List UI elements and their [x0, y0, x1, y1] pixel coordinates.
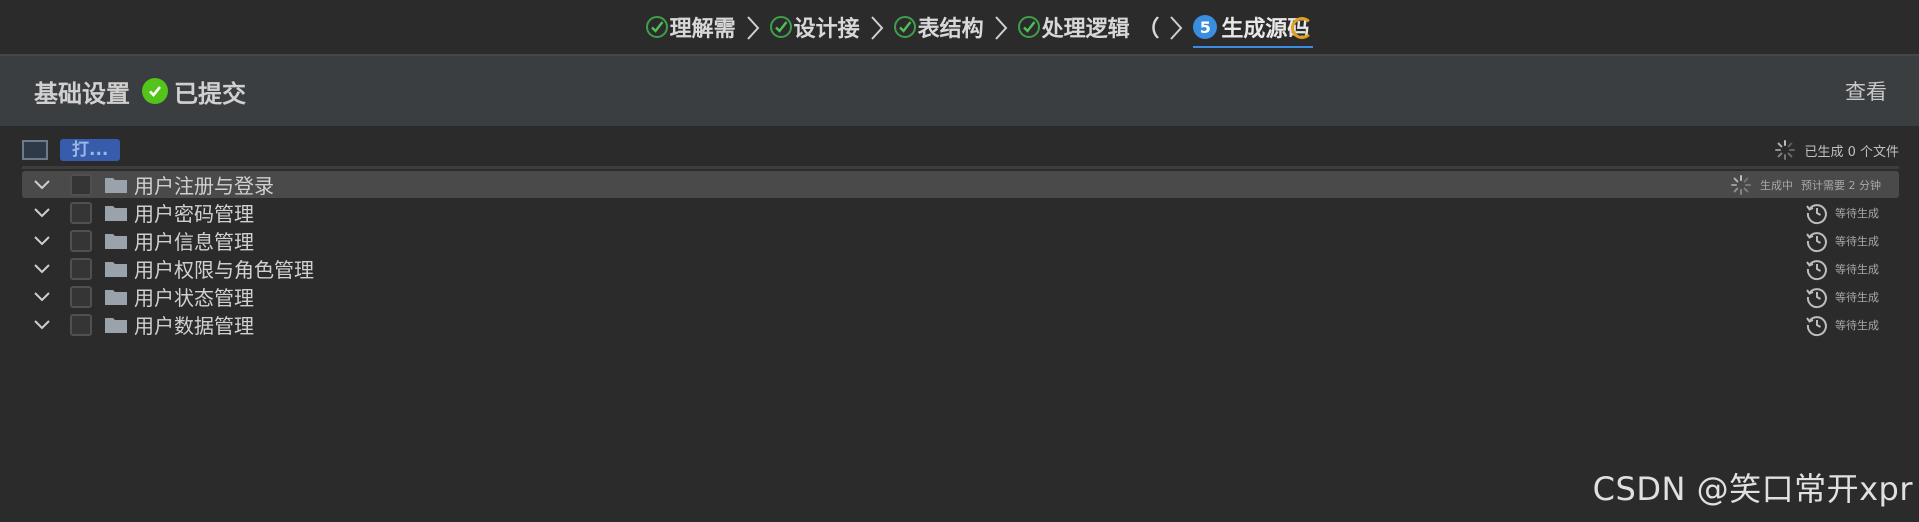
- chevron-right-icon: [870, 15, 884, 40]
- history-icon: [1806, 231, 1827, 252]
- step-1[interactable]: 理解需: [645, 9, 736, 45]
- chevron-right-icon: [1169, 15, 1183, 40]
- list-item[interactable]: 用户密码管理 等待生成: [22, 199, 1899, 226]
- module-status: 等待生成: [1835, 206, 1879, 220]
- select-all-checkbox[interactable]: [22, 140, 48, 160]
- step-number: 5: [1193, 15, 1218, 39]
- step-4[interactable]: 处理逻辑 （: [1017, 9, 1160, 45]
- module-list: 用户注册与登录 生成中 预计需要 2 分钟 用户密码管理 等待生成 用户信息管理…: [22, 171, 1899, 339]
- list-item[interactable]: 用户权限与角色管理 等待生成: [22, 255, 1899, 282]
- loading-spinner-icon: [1291, 17, 1314, 39]
- module-name: 用户权限与角色管理: [134, 258, 314, 282]
- chevron-down-icon[interactable]: [32, 315, 52, 335]
- module-status: 等待生成: [1835, 262, 1879, 276]
- history-icon: [1806, 203, 1827, 224]
- row-checkbox[interactable]: [70, 313, 92, 336]
- folder-icon: [105, 233, 127, 249]
- step-label: 设计接: [793, 17, 860, 42]
- row-checkbox[interactable]: [70, 257, 92, 280]
- check-icon: [1017, 16, 1040, 38]
- check-circle-icon: [142, 78, 168, 104]
- chevron-down-icon[interactable]: [32, 175, 52, 195]
- loading-spinner-icon: [1731, 174, 1751, 195]
- check-icon: [645, 16, 668, 38]
- loading-spinner-icon: [1775, 140, 1796, 160]
- check-icon: [769, 16, 792, 38]
- file-toolbar: 打... 已生成 0 个文件: [22, 138, 1899, 162]
- chevron-down-icon[interactable]: [32, 259, 52, 279]
- folder-icon: [105, 317, 127, 333]
- folder-icon: [105, 205, 127, 221]
- step-label: 理解需: [669, 17, 736, 42]
- chevron-right-icon: [746, 15, 760, 40]
- module-status: 等待生成: [1835, 234, 1879, 248]
- folder-icon: [105, 289, 127, 305]
- chevron-down-icon[interactable]: [32, 203, 52, 223]
- list-item[interactable]: 用户数据管理 等待生成: [22, 311, 1899, 338]
- progress-stepper: 理解需 设计接 表结构 处理逻辑 （ 5 生成源码: [0, 0, 1919, 54]
- module-status: 生成中: [1760, 178, 1793, 192]
- row-checkbox[interactable]: [70, 173, 92, 196]
- history-icon: [1806, 315, 1827, 336]
- step-2[interactable]: 设计接: [769, 9, 860, 45]
- view-button[interactable]: 查看: [1845, 76, 1887, 106]
- step-label: 处理逻辑 （: [1041, 17, 1160, 42]
- folder-icon: [105, 261, 127, 277]
- generated-summary: 已生成 0 个文件: [1804, 144, 1899, 160]
- watermark: CSDN @笑口常开xpr: [1592, 470, 1913, 508]
- section-title: 基础设置: [34, 79, 130, 108]
- module-name: 用户数据管理: [134, 314, 254, 338]
- row-checkbox[interactable]: [70, 285, 92, 308]
- estimated-time: 预计需要 2 分钟: [1801, 178, 1881, 192]
- module-name: 用户状态管理: [134, 286, 254, 310]
- step-label: 表结构: [917, 17, 984, 42]
- chevron-down-icon[interactable]: [32, 287, 52, 307]
- list-item[interactable]: 用户注册与登录 生成中 预计需要 2 分钟: [22, 171, 1899, 198]
- check-icon: [893, 16, 916, 38]
- list-item[interactable]: 用户信息管理 等待生成: [22, 227, 1899, 254]
- module-status: 等待生成: [1835, 318, 1879, 332]
- divider: [22, 166, 1899, 169]
- module-status: 等待生成: [1835, 290, 1879, 304]
- module-name: 用户密码管理: [134, 202, 254, 226]
- step-3[interactable]: 表结构: [893, 9, 984, 45]
- module-name: 用户信息管理: [134, 230, 254, 254]
- chevron-right-icon: [994, 15, 1008, 40]
- history-icon: [1806, 259, 1827, 280]
- section-header: 基础设置 已提交 查看: [0, 54, 1919, 126]
- module-name: 用户注册与登录: [134, 174, 274, 198]
- chevron-down-icon[interactable]: [32, 231, 52, 251]
- history-icon: [1806, 287, 1827, 308]
- submitted-status: 已提交: [174, 79, 246, 108]
- open-button[interactable]: 打...: [60, 139, 121, 161]
- row-checkbox[interactable]: [70, 229, 92, 252]
- row-checkbox[interactable]: [70, 201, 92, 224]
- folder-icon: [105, 177, 127, 193]
- step-5[interactable]: 5 生成源码: [1193, 9, 1314, 48]
- list-item[interactable]: 用户状态管理 等待生成: [22, 283, 1899, 310]
